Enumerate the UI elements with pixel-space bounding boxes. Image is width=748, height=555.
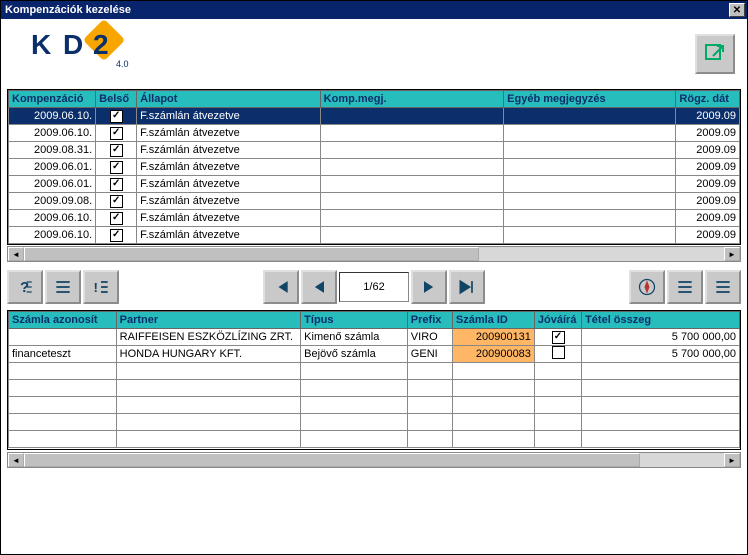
window-close-button[interactable]: ✕ — [729, 3, 745, 17]
table-row[interactable]: 2009.09.08.F.számlán átvezetve2009.09 — [9, 193, 740, 210]
column-header[interactable]: Kompenzáció — [9, 91, 96, 108]
checkbox[interactable] — [110, 212, 123, 225]
scroll-right-icon[interactable]: ► — [724, 247, 740, 261]
scroll-left-icon[interactable]: ◄ — [8, 453, 24, 467]
checkbox[interactable] — [110, 178, 123, 191]
title-bar: Kompenzációk kezelése ✕ — [1, 1, 747, 19]
help-button[interactable]: ? — [7, 270, 43, 304]
table-row — [9, 431, 740, 448]
header-area: K D 2 4.0 — [1, 19, 747, 89]
next-icon — [419, 277, 439, 297]
export-icon — [703, 42, 727, 66]
tool2-button[interactable] — [667, 270, 703, 304]
toolbar: ? ! 1/62 — [7, 270, 741, 304]
checkbox[interactable] — [110, 195, 123, 208]
table-row[interactable]: 2009.06.10.F.számlán átvezetve2009.09 — [9, 108, 740, 125]
page-indicator: 1/62 — [339, 272, 409, 302]
checkbox[interactable] — [110, 110, 123, 123]
table-row[interactable]: 2009.06.01.F.számlán átvezetve2009.09 — [9, 159, 740, 176]
first-icon — [271, 277, 291, 297]
list-excl-icon: ! — [91, 277, 111, 297]
column-header[interactable]: Belső — [96, 91, 137, 108]
compass-icon — [637, 277, 657, 297]
first-page-button[interactable] — [263, 270, 299, 304]
list3-icon — [675, 277, 695, 297]
list4-icon — [713, 277, 733, 297]
column-header[interactable]: Komp.megj. — [320, 91, 504, 108]
invoice-grid[interactable]: Számla azonosítPartnerTípusPrefixSzámla … — [7, 310, 741, 450]
export-button[interactable] — [695, 34, 735, 74]
table-row — [9, 380, 740, 397]
checkbox[interactable] — [110, 144, 123, 157]
table-row — [9, 414, 740, 431]
prev-icon — [309, 277, 329, 297]
scroll-right-icon[interactable]: ► — [724, 453, 740, 467]
column-header[interactable]: Számla ID — [452, 312, 534, 329]
checkbox[interactable] — [110, 127, 123, 140]
column-header[interactable]: Partner — [116, 312, 301, 329]
table-row[interactable]: 2009.06.10.F.számlán átvezetve2009.09 — [9, 125, 740, 142]
column-header[interactable]: Jóváírá — [534, 312, 581, 329]
app-window: Kompenzációk kezelése ✕ K D 2 4.0 Kompen… — [0, 0, 748, 555]
column-header[interactable]: Egyéb megjegyzés — [504, 91, 676, 108]
list-icon — [53, 277, 73, 297]
next-page-button[interactable] — [411, 270, 447, 304]
scroll-left-icon[interactable]: ◄ — [8, 247, 24, 261]
svg-text:!: ! — [94, 280, 98, 295]
list2-button[interactable]: ! — [83, 270, 119, 304]
column-header[interactable]: Számla azonosít — [9, 312, 117, 329]
app-logo: K D 2 4.0 — [31, 29, 85, 61]
checkbox[interactable] — [110, 229, 123, 242]
column-header[interactable]: Tétel összeg — [582, 312, 740, 329]
column-header[interactable]: Állapot — [137, 91, 321, 108]
table-row — [9, 397, 740, 414]
compensation-grid[interactable]: KompenzációBelsőÁllapotKomp.megj.Egyéb m… — [7, 89, 741, 245]
column-header[interactable]: Prefix — [407, 312, 452, 329]
window-title: Kompenzációk kezelése — [5, 4, 131, 16]
prev-page-button[interactable] — [301, 270, 337, 304]
checkbox[interactable] — [552, 331, 565, 344]
checkbox[interactable] — [552, 346, 565, 359]
table-row[interactable]: 2009.06.10.F.számlán átvezetve2009.09 — [9, 227, 740, 244]
table-row[interactable]: RAIFFEISEN ESZKÖZLÍZING ZRT.Kimenő száml… — [9, 329, 740, 346]
column-header[interactable]: Rögz. dát — [676, 91, 740, 108]
pager: 1/62 — [263, 270, 485, 304]
question-icon: ? — [15, 277, 35, 297]
last-icon — [457, 277, 477, 297]
grid2-hscrollbar[interactable]: ◄ ► — [7, 452, 741, 468]
tool3-button[interactable] — [705, 270, 741, 304]
table-row[interactable]: 2009.06.01.F.számlán átvezetve2009.09 — [9, 176, 740, 193]
last-page-button[interactable] — [449, 270, 485, 304]
table-row[interactable]: 2009.06.10.F.számlán átvezetve2009.09 — [9, 210, 740, 227]
column-header[interactable]: Típus — [301, 312, 408, 329]
table-row[interactable]: financetesztHONDA HUNGARY KFT.Bejövő szá… — [9, 346, 740, 363]
table-row — [9, 363, 740, 380]
grid1-hscrollbar[interactable]: ◄ ► — [7, 246, 741, 262]
tool1-button[interactable] — [629, 270, 665, 304]
checkbox[interactable] — [110, 161, 123, 174]
list1-button[interactable] — [45, 270, 81, 304]
table-row[interactable]: 2009.08.31.F.számlán átvezetve2009.09 — [9, 142, 740, 159]
